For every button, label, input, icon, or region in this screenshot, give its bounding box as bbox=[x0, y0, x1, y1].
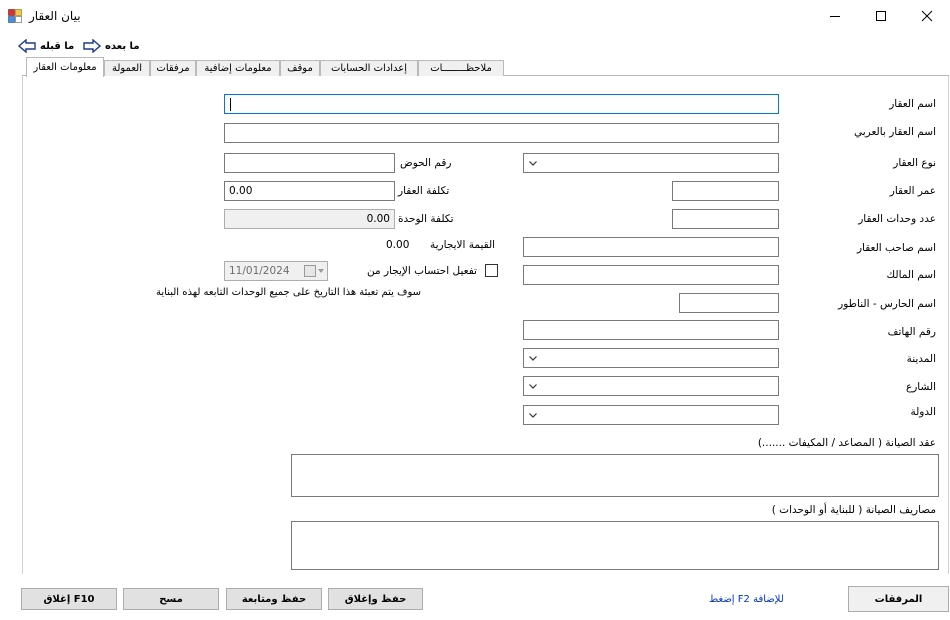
guard-name-label: اسم الحارس - الناطور bbox=[838, 298, 936, 310]
calendar-dropdown-icon bbox=[304, 265, 324, 277]
tab-additional-info[interactable]: معلومات إضافية bbox=[196, 60, 280, 76]
attachments-button[interactable]: المرفقات bbox=[848, 586, 949, 612]
rent-note: سوف يتم تعبئة هذا التاريخ على جميع الوحد… bbox=[156, 287, 421, 298]
property-info-panel bbox=[22, 76, 949, 574]
street-select[interactable] bbox=[523, 376, 779, 396]
property-cost-input[interactable]: 0.00 bbox=[224, 181, 395, 201]
country-select[interactable] bbox=[523, 405, 779, 425]
chevron-down-icon bbox=[529, 413, 537, 418]
street-label: الشارع bbox=[905, 381, 936, 393]
landlord-label: اسم المالك bbox=[886, 269, 936, 281]
unit-count-label: عدد وحدات العقار bbox=[858, 213, 936, 225]
clear-button[interactable]: مسح bbox=[123, 588, 219, 610]
property-name-label: اسم العقار bbox=[889, 98, 936, 110]
close-icon bbox=[921, 10, 933, 22]
landlord-input[interactable] bbox=[523, 265, 779, 285]
f2-add-hint: إضغط F2 للإضافة bbox=[709, 594, 784, 605]
close-f10-button[interactable]: إغلاق F10 bbox=[21, 588, 117, 610]
unit-cost-label: تكلفة الوحدة bbox=[398, 213, 454, 225]
maintenance-contract-label: عقد الصيانة ( المصاعد / المكيفات .......… bbox=[757, 437, 936, 449]
maintenance-expenses-label: مصاريف الصيانة ( للبناية أو الوحدات ) bbox=[771, 504, 936, 516]
chevron-down-icon bbox=[529, 161, 537, 166]
next-record-button[interactable]: ما بعده bbox=[83, 37, 140, 55]
close-window-button[interactable] bbox=[904, 0, 950, 32]
tab-commission[interactable]: العمولة bbox=[104, 60, 150, 76]
chevron-down-icon bbox=[529, 356, 537, 361]
rent-calc-date: 11/01/2024 bbox=[229, 265, 290, 277]
rental-value-label: القيمة الايجارية bbox=[430, 239, 496, 251]
property-name-ar-input[interactable] bbox=[224, 123, 779, 143]
phone-label: رقم الهاتف bbox=[887, 326, 936, 338]
rent-calc-checkbox[interactable] bbox=[485, 264, 498, 277]
city-select[interactable] bbox=[523, 348, 779, 368]
tab-attachments[interactable]: مرفقات bbox=[150, 60, 196, 76]
guard-name-input[interactable] bbox=[679, 293, 779, 313]
basin-number-input[interactable] bbox=[224, 153, 395, 173]
maintenance-expenses-textarea[interactable] bbox=[291, 521, 939, 570]
chevron-down-icon bbox=[529, 384, 537, 389]
property-type-select[interactable] bbox=[523, 153, 779, 173]
property-name-ar-label: اسم العقار بالعربي bbox=[854, 126, 936, 138]
property-age-input[interactable] bbox=[672, 181, 779, 201]
arrow-right-icon bbox=[83, 39, 101, 53]
arrow-left-icon bbox=[18, 39, 36, 53]
previous-label: ما قبله bbox=[40, 40, 75, 52]
owner-name-label: اسم صاحب العقار bbox=[856, 242, 936, 254]
maintenance-contract-textarea[interactable] bbox=[291, 454, 939, 497]
minimize-icon bbox=[830, 16, 840, 17]
save-close-button[interactable]: حفظ وإغلاق bbox=[328, 588, 423, 610]
property-name-input[interactable] bbox=[224, 94, 779, 114]
tab-property-info[interactable]: معلومات العقار bbox=[26, 57, 104, 77]
property-cost-label: تكلفة العقار bbox=[398, 185, 450, 197]
maximize-icon bbox=[876, 11, 886, 21]
rental-value: 0.00 bbox=[386, 239, 410, 251]
tab-notes[interactable]: ملاحظــــــــات bbox=[418, 60, 504, 76]
window-title: بيان العقار bbox=[29, 9, 81, 23]
property-app-icon bbox=[8, 9, 22, 23]
unit-cost-input: 0.00 bbox=[224, 209, 395, 229]
property-type-label: نوع العقار bbox=[893, 157, 936, 169]
tab-position[interactable]: موقف bbox=[280, 60, 320, 76]
country-label: الدولة bbox=[910, 406, 936, 418]
phone-input[interactable] bbox=[523, 320, 779, 340]
minimize-button[interactable] bbox=[812, 0, 858, 32]
owner-name-input[interactable] bbox=[523, 237, 779, 257]
tab-account-settings[interactable]: إعدادات الحسابات bbox=[320, 60, 418, 76]
property-age-label: عمر العقار bbox=[889, 185, 936, 197]
maximize-button[interactable] bbox=[858, 0, 904, 32]
save-continue-button[interactable]: حفظ ومتابعة bbox=[226, 588, 322, 610]
rent-calc-label: تفعيل احتساب الإيجار من bbox=[367, 265, 477, 277]
city-label: المدينة bbox=[906, 353, 936, 365]
previous-record-button[interactable]: ما قبله bbox=[18, 37, 74, 55]
unit-count-input[interactable] bbox=[672, 209, 779, 229]
title-bar bbox=[0, 0, 950, 33]
next-label: ما بعده bbox=[105, 40, 140, 52]
basin-number-label: رقم الحوض bbox=[400, 157, 452, 169]
